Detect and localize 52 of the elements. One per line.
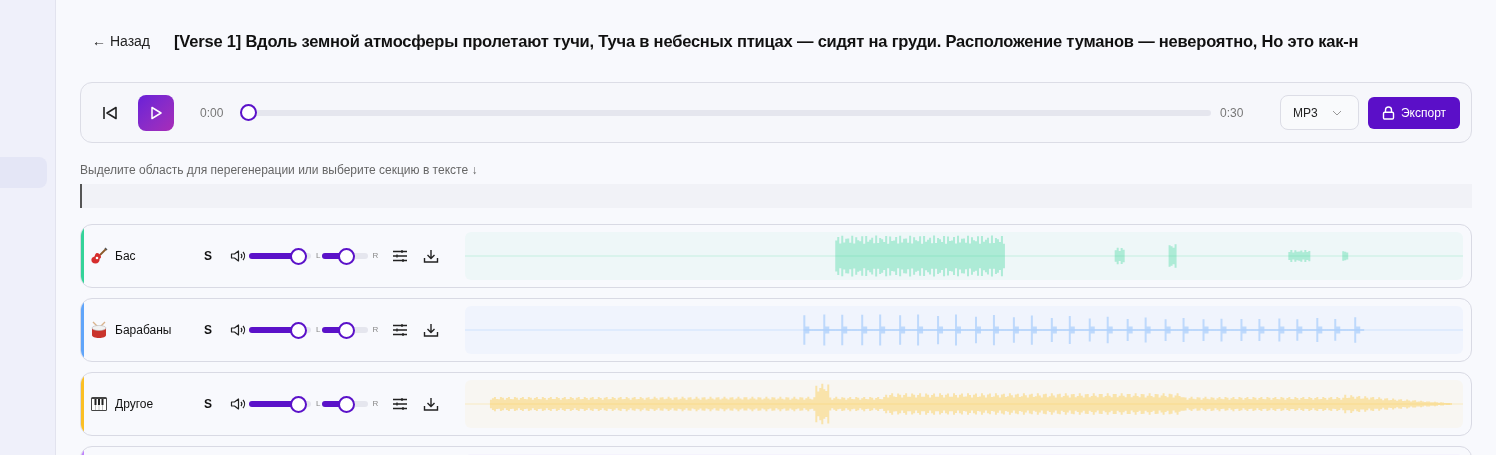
format-select[interactable]: MP3 xyxy=(1280,95,1359,130)
download-icon[interactable] xyxy=(423,396,440,412)
cursor-line xyxy=(80,184,82,208)
slider-thumb[interactable] xyxy=(337,321,355,339)
track-name: Бас xyxy=(115,248,137,265)
download-icon[interactable] xyxy=(423,248,440,264)
guitar-icon xyxy=(90,247,108,265)
skip-back-icon[interactable] xyxy=(102,104,118,121)
speaker-icon[interactable] xyxy=(230,397,246,411)
equalizer-icon[interactable] xyxy=(392,323,409,337)
pan-slider[interactable] xyxy=(322,395,369,413)
total-time: 0:30 xyxy=(1220,104,1245,122)
page-title: [Verse 1] Вдоль земной атмосферы пролетают тучи, Туча в небесных птицах — сидят на груди. Расположение туманов — невероятно, Но это как-н xyxy=(174,30,1359,52)
speaker-icon[interactable] xyxy=(230,323,246,337)
pan-left-label: L xyxy=(316,398,321,410)
track-name: Барабаны xyxy=(115,322,173,339)
drum-icon xyxy=(90,321,108,339)
back-link[interactable]: ← Назад xyxy=(92,30,150,52)
piano-keys-icon xyxy=(90,395,108,413)
pan-left-label: L xyxy=(316,250,321,262)
speaker-icon[interactable] xyxy=(230,249,246,263)
solo-button[interactable]: S xyxy=(200,247,216,265)
slider-thumb[interactable] xyxy=(337,247,355,265)
equalizer-icon[interactable] xyxy=(392,249,409,263)
volume-slider[interactable] xyxy=(249,321,311,339)
download-icon[interactable] xyxy=(423,322,440,338)
pan-slider[interactable] xyxy=(322,321,369,339)
hint-text: Выделите область для перегенерации или выберите секцию в тексте ↓ xyxy=(80,162,479,179)
solo-button[interactable]: S xyxy=(200,395,216,413)
pan-slider[interactable] xyxy=(322,247,369,265)
equalizer-icon[interactable] xyxy=(392,397,409,411)
pan-left-label: L xyxy=(316,324,321,336)
volume-slider[interactable] xyxy=(249,247,311,265)
slider-thumb[interactable] xyxy=(290,395,308,413)
play-button[interactable] xyxy=(138,94,174,131)
chevron-down-icon xyxy=(1331,109,1342,116)
progress-slider[interactable] xyxy=(240,104,1211,121)
current-time: 0:00 xyxy=(200,104,225,122)
volume-slider[interactable] xyxy=(249,395,311,413)
track-name: Другое xyxy=(115,396,155,413)
slider-thumb[interactable] xyxy=(337,395,355,413)
pan-right-label: R xyxy=(372,398,379,410)
slider-thumb[interactable] xyxy=(290,321,308,339)
format-value: MP3 xyxy=(1293,104,1318,122)
export-button[interactable]: Экспорт xyxy=(1368,96,1460,129)
slider-thumb[interactable] xyxy=(290,247,308,265)
lock-icon xyxy=(1381,105,1395,120)
pan-right-label: R xyxy=(372,250,379,262)
solo-button[interactable]: S xyxy=(200,321,216,339)
pan-right-label: R xyxy=(372,324,379,336)
play-icon xyxy=(148,104,164,121)
slider-thumb[interactable] xyxy=(240,104,257,121)
